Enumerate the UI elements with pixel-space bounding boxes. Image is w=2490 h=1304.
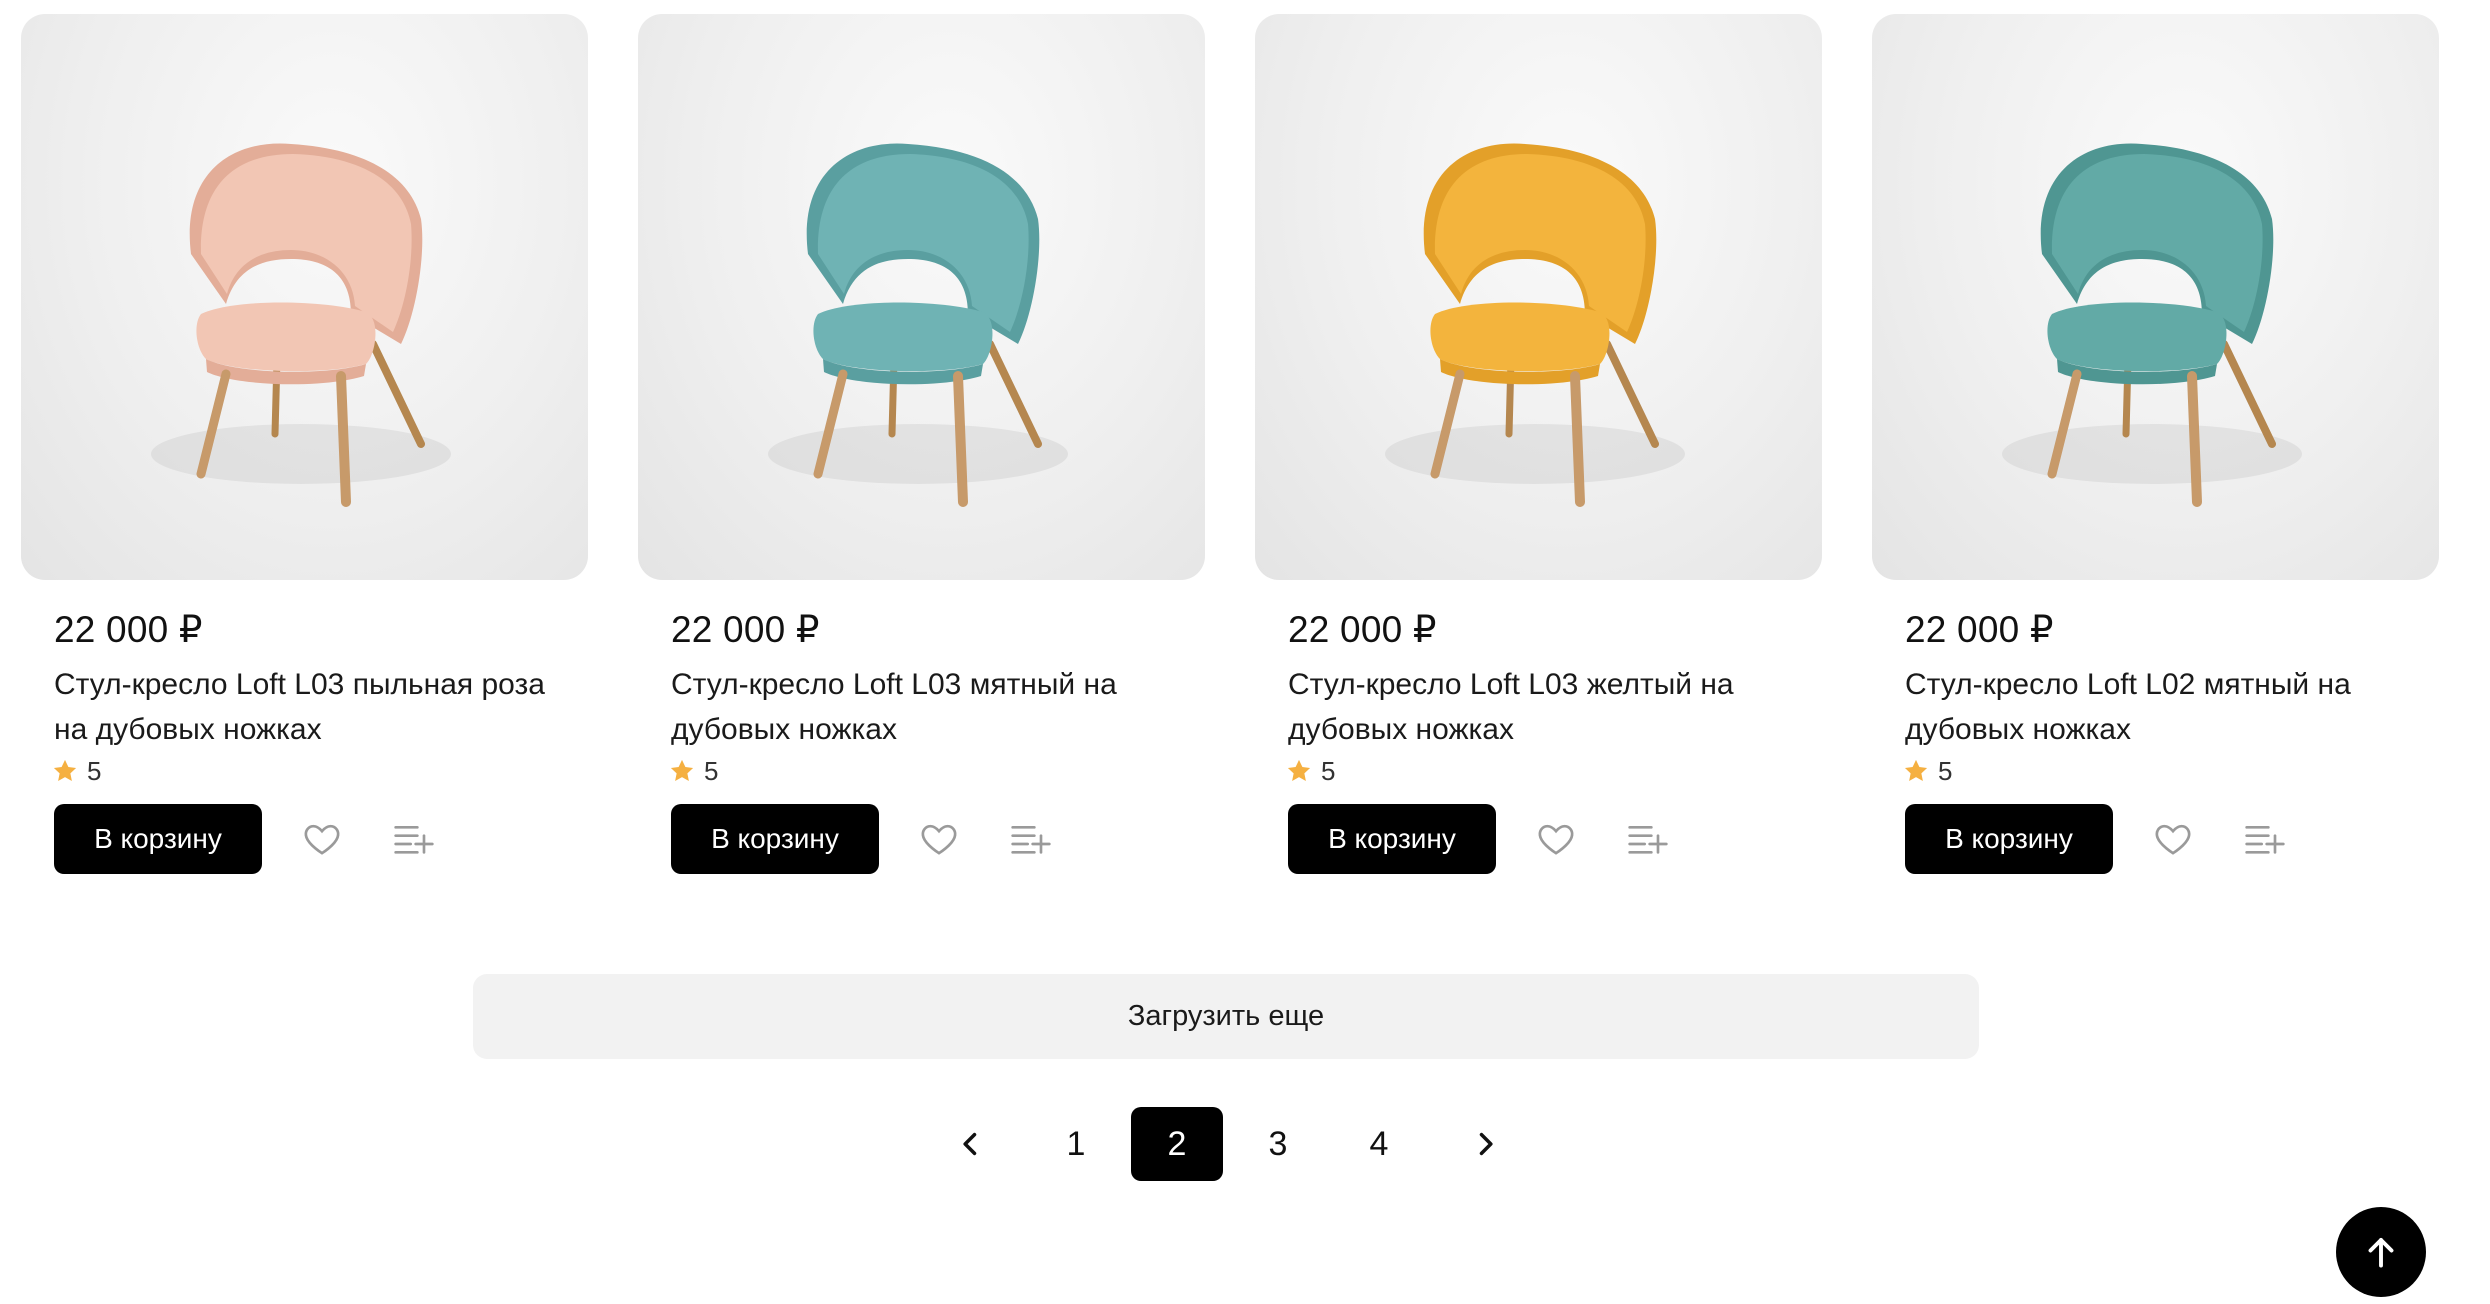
chair-illustration: [151, 143, 451, 507]
product-actions: В корзину: [1288, 804, 1822, 874]
product-card: 22 000 ₽ Стул-кресло Loft L03 мятный на …: [638, 14, 1205, 874]
product-card: 22 000 ₽ Стул-кресло Loft L03 желтый на …: [1255, 14, 1822, 874]
product-card: 22 000 ₽ Стул-кресло Loft L03 пыльная ро…: [21, 14, 588, 874]
star-icon: [1287, 759, 1311, 782]
product-title[interactable]: Стул-кресло Loft L03 желтый на дубовых н…: [1288, 662, 1788, 752]
add-to-cart-button[interactable]: В корзину: [671, 804, 879, 874]
page-button[interactable]: 3: [1232, 1107, 1324, 1181]
product-info: 22 000 ₽ Стул-кресло Loft L03 пыльная ро…: [21, 608, 588, 874]
compare-list-icon: [2245, 826, 2285, 854]
heart-icon: [304, 824, 340, 855]
compare-button[interactable]: [2241, 815, 2289, 863]
favorite-button[interactable]: [298, 815, 346, 863]
compare-button[interactable]: [1624, 815, 1672, 863]
product-rating: 5: [51, 754, 588, 788]
product-price: 22 000 ₽: [671, 609, 820, 650]
product-actions: В корзину: [671, 804, 1205, 874]
compare-button[interactable]: [1007, 815, 1055, 863]
add-to-cart-button[interactable]: В корзину: [1905, 804, 2113, 874]
rating-value: 5: [87, 755, 102, 786]
pagination: 1 2 3 4: [0, 1107, 2490, 1181]
favorite-button[interactable]: [1532, 815, 1580, 863]
compare-list-icon: [394, 826, 434, 854]
chair-illustration: [1385, 143, 1685, 507]
product-actions: В корзину: [1905, 804, 2439, 874]
product-actions: В корзину: [54, 804, 588, 874]
scroll-to-top-button[interactable]: [2336, 1207, 2426, 1297]
heart-icon: [2155, 824, 2191, 855]
product-title[interactable]: Стул-кресло Loft L02 мятный на дубовых н…: [1905, 662, 2405, 752]
page-button[interactable]: 4: [1333, 1107, 1425, 1181]
product-info: 22 000 ₽ Стул-кресло Loft L02 мятный на …: [1872, 608, 2439, 874]
heart-icon: [921, 824, 957, 855]
star-icon: [670, 759, 694, 782]
page-button[interactable]: 2: [1131, 1107, 1223, 1181]
rating-value: 5: [1938, 755, 1953, 786]
favorite-button[interactable]: [915, 815, 963, 863]
star-icon: [53, 759, 77, 782]
heart-icon: [1538, 824, 1574, 855]
prev-page-button[interactable]: [925, 1107, 1017, 1181]
product-rating: 5: [1902, 754, 2439, 788]
product-rating: 5: [668, 754, 1205, 788]
rating-value: 5: [704, 755, 719, 786]
product-rating: 5: [1285, 754, 1822, 788]
product-info: 22 000 ₽ Стул-кресло Loft L03 желтый на …: [1255, 608, 1822, 874]
product-image[interactable]: [21, 14, 588, 580]
product-price: 22 000 ₽: [1288, 609, 1437, 650]
chevron-right-icon: [1479, 1132, 1493, 1156]
product-image[interactable]: [638, 14, 1205, 580]
next-page-button[interactable]: [1439, 1107, 1531, 1181]
product-info: 22 000 ₽ Стул-кресло Loft L03 мятный на …: [638, 608, 1205, 874]
chevron-left-icon: [963, 1132, 977, 1156]
add-to-cart-button[interactable]: В корзину: [54, 804, 262, 874]
load-more-button[interactable]: Загрузить еще: [473, 974, 1979, 1059]
chair-illustration: [768, 143, 1068, 507]
product-card: 22 000 ₽ Стул-кресло Loft L02 мятный на …: [1872, 14, 2439, 874]
rating-value: 5: [1321, 755, 1336, 786]
product-image[interactable]: [1872, 14, 2439, 580]
compare-list-icon: [1628, 826, 1668, 854]
product-price: 22 000 ₽: [1905, 609, 2054, 650]
product-listing-page: 22 000 ₽ Стул-кресло Loft L03 пыльная ро…: [0, 0, 2490, 1304]
product-price: 22 000 ₽: [54, 609, 203, 650]
product-title[interactable]: Стул-кресло Loft L03 мятный на дубовых н…: [671, 662, 1171, 752]
page-button[interactable]: 1: [1030, 1107, 1122, 1181]
product-image[interactable]: [1255, 14, 1822, 580]
add-to-cart-button[interactable]: В корзину: [1288, 804, 1496, 874]
chair-illustration: [2002, 143, 2302, 507]
compare-list-icon: [1011, 826, 1051, 854]
arrow-up-icon: [2368, 1238, 2394, 1268]
product-title[interactable]: Стул-кресло Loft L03 пыльная роза на дуб…: [54, 662, 554, 752]
compare-button[interactable]: [390, 815, 438, 863]
product-grid: 22 000 ₽ Стул-кресло Loft L03 пыльная ро…: [21, 14, 2439, 874]
favorite-button[interactable]: [2149, 815, 2197, 863]
star-icon: [1904, 759, 1928, 782]
